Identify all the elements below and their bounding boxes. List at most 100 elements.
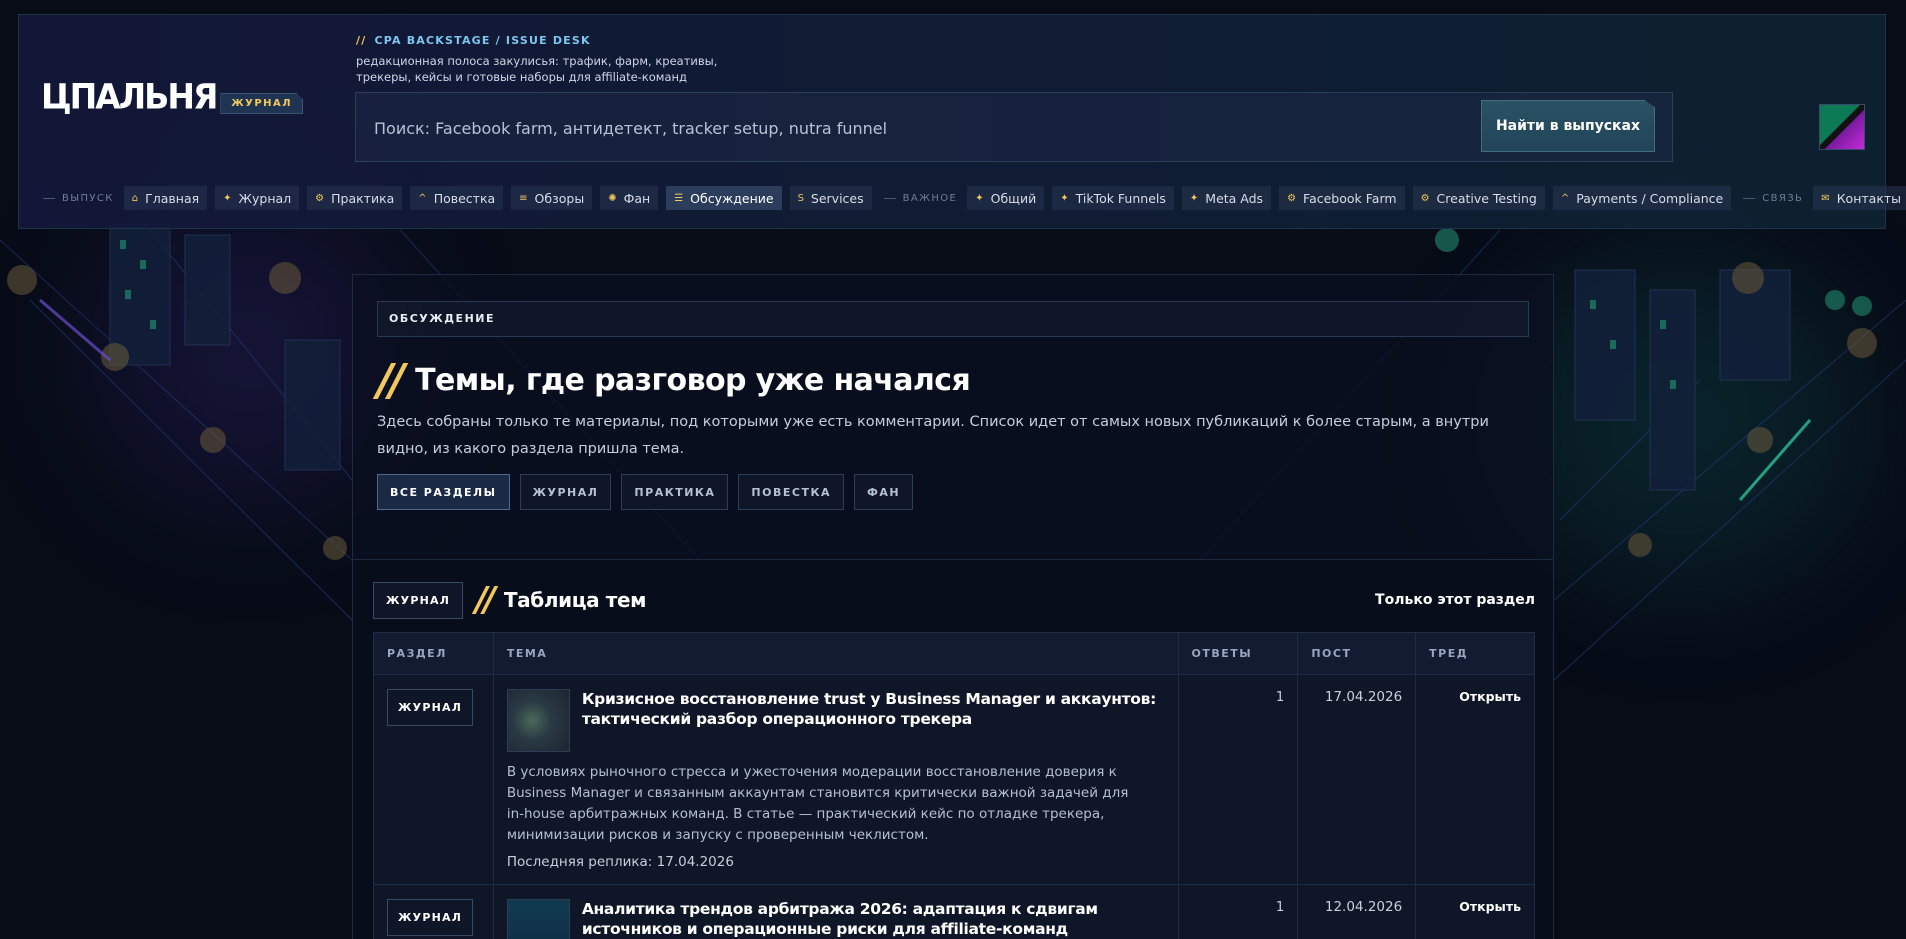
site-header: ЦПАЛЬНЯ ЖУРНАЛ // CPA BACKSTAGE / ISSUE D… — [18, 14, 1906, 229]
search-button[interactable]: Найти в выпусках — [1481, 100, 1655, 152]
topic-last-reply: Последняя реплика: 17.04.2026 — [506, 854, 734, 870]
filter-journal[interactable]: ЖУРНАЛ — [519, 474, 612, 510]
topics-section: ЖУРНАЛ // Таблица тем Только этот раздел… — [352, 560, 1554, 939]
menu-icon: ☰ — [674, 192, 684, 204]
row-replies: 1 — [1179, 675, 1299, 884]
nav-item-contacts[interactable]: ✉ Контакты — [1813, 186, 1906, 210]
nav-item-label: Общий — [990, 190, 1037, 206]
filter-all-sections[interactable]: ВСЕ РАЗДЕЛЫ — [377, 474, 510, 510]
row-open-link[interactable]: Открыть — [1416, 885, 1534, 939]
column-header-replies[interactable]: ОТВЕТЫ — [1179, 633, 1299, 674]
nav-item-label: Практика — [331, 190, 395, 206]
nav-group-issue: ВЫПУСК — [43, 193, 114, 204]
nav-item-label: Повестка — [433, 190, 496, 206]
section-tag: ЖУРНАЛ — [373, 581, 464, 619]
mail-icon: ✉ — [1821, 192, 1830, 204]
filter-agenda[interactable]: ПОВЕСТКА — [738, 474, 844, 510]
nav-item-label: Контакты — [1836, 190, 1902, 206]
title-slash: // — [377, 355, 405, 406]
page-title: // Темы, где разговор уже начался — [377, 355, 971, 406]
column-header-posted[interactable]: ПОСТ — [1298, 633, 1417, 674]
nav-item-tiktok-funnels[interactable]: ✦ TikTok Funnels — [1052, 186, 1174, 210]
row-posted-date: 12.04.2026 — [1298, 885, 1417, 939]
row-open-link[interactable]: Открыть — [1416, 675, 1534, 884]
site-logo[interactable]: ЦПАЛЬНЯ ЖУРНАЛ — [41, 76, 304, 117]
only-this-section-link[interactable]: Только этот раздел — [1375, 592, 1535, 608]
row-section-cell: ЖУРНАЛ — [374, 885, 494, 939]
gear-icon: ⚙ — [315, 192, 325, 204]
row-posted-date: 17.04.2026 — [1298, 675, 1417, 884]
column-header-topic[interactable]: ТЕМА — [494, 633, 1179, 674]
gear-icon: ⚙ — [1420, 192, 1430, 204]
nav-item-label: Обсуждение — [690, 190, 774, 206]
topic-title-link[interactable]: Кризисное восстановление trust у Busines… — [582, 689, 1165, 752]
header-kicker: // CPA BACKSTAGE / ISSUE DESK — [356, 34, 591, 47]
page-title-text: Темы, где разговор уже начался — [415, 363, 971, 398]
filter-fun[interactable]: ФАН — [853, 474, 914, 510]
header-tagline: редакционная полоса закулисья: трафик, ф… — [356, 54, 718, 84]
logo-text: ЦПАЛЬНЯ — [41, 76, 218, 117]
kicker-slash: // — [356, 34, 367, 47]
nav-item-fun[interactable]: ✺ Фан — [600, 186, 659, 210]
row-section-cell: ЖУРНАЛ — [374, 675, 494, 884]
table-row: ЖУРНАЛ Кризисное восстановление trust у … — [374, 675, 1534, 885]
column-header-thread[interactable]: ТРЕД — [1416, 633, 1534, 674]
nav-item-practice[interactable]: ⚙ Практика — [307, 186, 403, 210]
sparkle-icon: ✦ — [1060, 192, 1069, 204]
caret-up-icon: ^ — [1560, 192, 1570, 204]
nav-item-services[interactable]: S Services — [789, 186, 872, 210]
topics-title: Таблица тем — [503, 588, 647, 612]
nav-item-reviews[interactable]: ≡ Обзоры — [511, 186, 593, 210]
services-icon: S — [797, 192, 804, 204]
filter-practice[interactable]: ПРАКТИКА — [621, 474, 729, 510]
nav-item-label: Services — [810, 190, 864, 206]
nav-group-important: ВАЖНОЕ — [884, 193, 958, 204]
kicker-text: CPA BACKSTAGE / ISSUE DESK — [374, 34, 591, 47]
nav-item-label: Meta Ads — [1205, 190, 1264, 206]
nav-item-discussion[interactable]: ☰ Обсуждение — [666, 186, 782, 210]
nav-item-general[interactable]: ✦ Общий — [967, 186, 1045, 210]
nav-item-agenda[interactable]: ^ Повестка — [410, 186, 504, 210]
nav-item-meta-ads[interactable]: ✦ Meta Ads — [1181, 186, 1272, 210]
nav-item-facebook-farm[interactable]: ⚙ Facebook Farm — [1279, 186, 1405, 210]
column-header-section[interactable]: РАЗДЕЛ — [374, 633, 494, 674]
nav-item-payments-compliance[interactable]: ^ Payments / Compliance — [1552, 186, 1732, 210]
sparkle-icon: ✦ — [1189, 192, 1199, 204]
topic-heading: Кризисное восстановление trust у Busines… — [506, 689, 1165, 752]
topics-title-slash: // — [475, 580, 496, 620]
avatar[interactable] — [1819, 104, 1865, 150]
topic-excerpt: В условиях рыночного стресса и ужесточен… — [506, 764, 1129, 843]
sparkle-icon: ✦ — [975, 192, 984, 204]
nav-item-home[interactable]: ⌂ Главная — [123, 186, 208, 210]
home-icon: ⌂ — [131, 192, 139, 204]
section-filters: ВСЕ РАЗДЕЛЫ ЖУРНАЛ ПРАКТИКА ПОВЕСТКА ФАН — [377, 474, 923, 510]
row-section-tag[interactable]: ЖУРНАЛ — [387, 689, 474, 726]
caret-up-icon: ^ — [418, 192, 427, 204]
nav-item-creative-testing[interactable]: ⚙ Creative Testing — [1412, 186, 1545, 210]
nav-item-label: Главная — [145, 190, 200, 206]
nav-item-label: Фан — [623, 190, 651, 206]
nav-item-label: Журнал — [238, 190, 292, 206]
row-replies: 1 — [1179, 885, 1299, 939]
nav-item-label: TikTok Funnels — [1075, 190, 1166, 206]
search-bar: Найти в выпусках — [355, 92, 1673, 162]
topic-thumbnail[interactable] — [506, 899, 570, 939]
page-lead: Здесь собраны только те материалы, под к… — [377, 414, 1489, 457]
topic-thumbnail[interactable] — [506, 689, 570, 752]
topic-heading: Аналитика трендов арбитража 2026: адапта… — [506, 899, 1165, 939]
sun-icon: ✺ — [608, 192, 617, 204]
search-input[interactable] — [374, 115, 1374, 141]
nav-item-label: Facebook Farm — [1303, 190, 1397, 206]
list-icon: ≡ — [519, 192, 528, 204]
topic-title-link[interactable]: Аналитика трендов арбитража 2026: адапта… — [582, 899, 1165, 939]
nav-item-label: Creative Testing — [1436, 190, 1537, 206]
discussion-intro: ОБСУЖДЕНИЕ // Темы, где разговор уже нач… — [352, 274, 1554, 560]
nav-group-contact: СВЯЗЬ — [1743, 193, 1803, 204]
table-header: РАЗДЕЛ ТЕМА ОТВЕТЫ ПОСТ ТРЕД — [374, 633, 1534, 675]
row-section-tag[interactable]: ЖУРНАЛ — [387, 899, 474, 936]
sparkle-icon: ✦ — [223, 192, 232, 204]
topics-table: РАЗДЕЛ ТЕМА ОТВЕТЫ ПОСТ ТРЕД ЖУРНАЛ Криз… — [373, 632, 1535, 939]
row-topic-cell: Кризисное восстановление trust у Busines… — [494, 675, 1179, 884]
nav-item-journal[interactable]: ✦ Журнал — [215, 186, 300, 210]
logo-badge: ЖУРНАЛ — [220, 93, 304, 114]
